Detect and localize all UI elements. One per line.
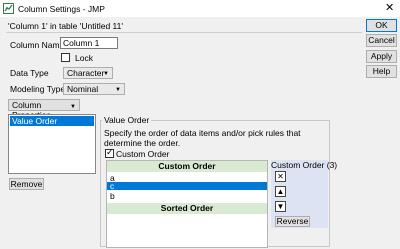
move-down-icon[interactable]: ▼ <box>275 201 286 212</box>
data-type-label: Data Type <box>10 68 49 78</box>
list-item-selected[interactable]: c <box>107 182 267 190</box>
close-icon[interactable]: ✕ <box>385 1 394 14</box>
lock-checkbox[interactable] <box>61 53 70 62</box>
column-properties-button[interactable]: Column Properties ▼ <box>8 99 80 120</box>
value-order-description: Specify the order of data items and/or p… <box>104 128 301 148</box>
custom-order-checkbox-label: Custom Order <box>116 149 170 159</box>
custom-order-table: Custom Order a c b Sorted Order <box>106 160 268 248</box>
list-item[interactable]: b <box>107 192 267 201</box>
reverse-button[interactable]: Reverse <box>275 216 310 227</box>
modeling-type-label: Modeling Type <box>10 84 66 94</box>
ok-button[interactable]: OK <box>366 19 397 32</box>
delete-x-icon[interactable]: ✕ <box>275 171 286 182</box>
column-properties-list: Value Order <box>8 114 96 174</box>
title-bar: Column Settings - JMP ✕ <box>0 0 400 17</box>
dialog-subtitle: 'Column 1' in table 'Untitled 11' <box>8 21 124 31</box>
data-type-value: Character <box>67 68 105 78</box>
cancel-button[interactable]: Cancel <box>366 34 397 47</box>
custom-order-count: Custom Order (3) <box>271 160 338 170</box>
sorted-order-header: Sorted Order <box>107 203 267 214</box>
property-item-value-order[interactable]: Value Order <box>10 116 94 126</box>
remove-button[interactable]: Remove <box>9 178 44 190</box>
column-name-input[interactable]: Column 1 <box>60 37 118 49</box>
chevron-down-icon: ▼ <box>70 104 76 110</box>
column-name-label: Column Name <box>10 40 65 50</box>
value-order-legend: Value Order <box>102 115 152 125</box>
lock-label: Lock <box>75 53 93 63</box>
chevron-down-icon: ▼ <box>115 87 121 93</box>
apply-button[interactable]: Apply <box>366 50 397 63</box>
window-title: Column Settings - JMP <box>18 4 105 14</box>
jmp-app-icon <box>3 3 14 14</box>
modeling-type-value: Nominal <box>67 84 99 94</box>
data-type-select[interactable]: Character ▼ <box>63 67 113 79</box>
modeling-type-select[interactable]: Nominal ▼ <box>63 83 125 95</box>
list-item[interactable]: a <box>107 174 267 183</box>
custom-order-checkbox[interactable] <box>105 147 114 158</box>
move-up-icon[interactable]: ▲ <box>275 186 286 197</box>
help-button[interactable]: Help <box>366 65 397 78</box>
group-divider <box>6 32 362 33</box>
chevron-down-icon: ▼ <box>103 71 109 77</box>
custom-order-header: Custom Order <box>107 161 267 172</box>
